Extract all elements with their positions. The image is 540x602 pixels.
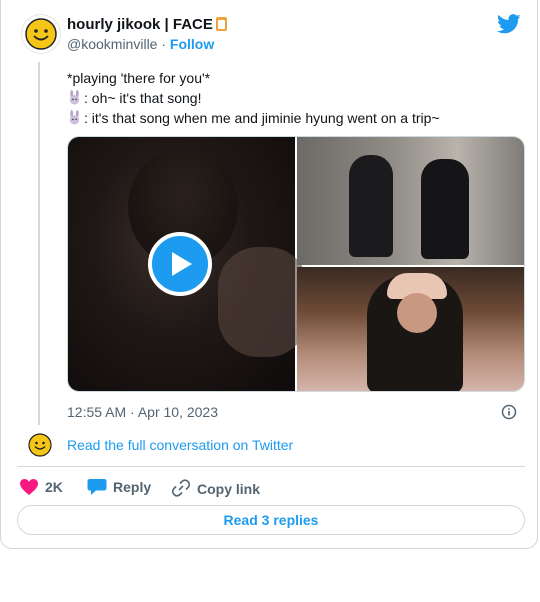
like-count: 2K bbox=[45, 479, 63, 495]
info-icon[interactable] bbox=[501, 404, 517, 420]
tweet-card: hourly jikook | FACE @kookminville · Fol… bbox=[0, 0, 538, 549]
display-name[interactable]: hourly jikook | FACE bbox=[67, 16, 227, 33]
twitter-bird-icon[interactable] bbox=[497, 14, 521, 34]
tweet-line-2: : oh~ it's that song! bbox=[67, 88, 517, 108]
smiley-avatar-icon[interactable] bbox=[27, 432, 53, 458]
separator: · bbox=[161, 36, 167, 52]
bunny-emoji-icon bbox=[69, 110, 80, 125]
tweet-text: *playing 'there for you'* : oh~ it's tha… bbox=[67, 68, 517, 128]
play-icon bbox=[172, 252, 192, 276]
tweet-line-2-text: : oh~ it's that song! bbox=[84, 90, 202, 106]
video-thumbnail[interactable] bbox=[68, 137, 308, 391]
read-replies-button[interactable]: Read 3 replies bbox=[17, 505, 525, 535]
display-name-text[interactable]: hourly jikook | FACE bbox=[67, 16, 213, 33]
avatar[interactable] bbox=[21, 14, 61, 54]
clipboard-icon bbox=[215, 17, 227, 31]
timestamp[interactable]: 12:55 AM · Apr 10, 2023 bbox=[67, 404, 218, 420]
divider bbox=[17, 466, 525, 467]
reply-label: Reply bbox=[113, 479, 152, 495]
photo-bottom-right[interactable] bbox=[297, 267, 524, 391]
photo-top-right[interactable] bbox=[297, 137, 524, 265]
like-button[interactable]: 2K bbox=[19, 478, 63, 496]
handle[interactable]: @kookminville bbox=[67, 36, 157, 52]
tweet-line-1: *playing 'there for you'* bbox=[67, 70, 211, 86]
bunny-emoji-icon bbox=[69, 90, 80, 105]
play-button[interactable] bbox=[148, 232, 212, 296]
heart-icon bbox=[20, 479, 38, 495]
copy-link-button[interactable]: Copy link bbox=[171, 478, 260, 498]
handle-row: @kookminville · Follow bbox=[67, 36, 214, 52]
smiley-avatar-icon bbox=[25, 18, 57, 50]
photo-figure-1 bbox=[349, 155, 393, 257]
reply-button[interactable]: Reply bbox=[87, 478, 151, 496]
tweet-line-3-text: : it's that song when me and jiminie hyu… bbox=[84, 110, 440, 126]
link-icon bbox=[171, 479, 191, 497]
video-figure-arm bbox=[218, 247, 308, 357]
tweet-line-3: : it's that song when me and jiminie hyu… bbox=[67, 108, 517, 128]
thread-line bbox=[38, 62, 40, 425]
media-grid bbox=[67, 136, 525, 392]
copy-link-label: Copy link bbox=[197, 481, 261, 497]
reply-bubble-icon bbox=[87, 479, 107, 495]
photo-figure-2 bbox=[421, 159, 469, 259]
follow-link[interactable]: Follow bbox=[170, 36, 214, 52]
read-full-conversation-link[interactable]: Read the full conversation on Twitter bbox=[67, 437, 293, 453]
photo-figure-face bbox=[397, 293, 437, 333]
